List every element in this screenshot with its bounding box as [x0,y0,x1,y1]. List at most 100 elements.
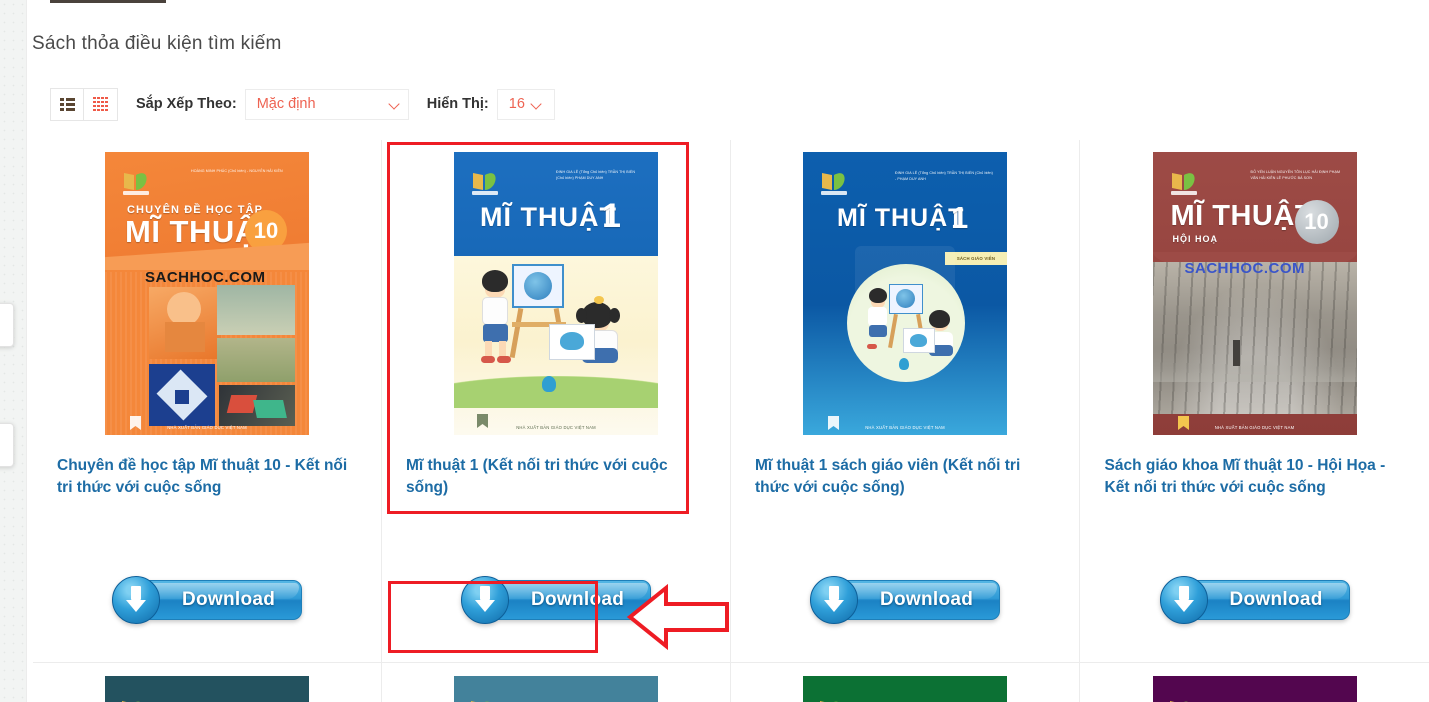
book-cover-image-4[interactable]: ĐỖ YẾN LUẬN NGUYỄN TÔN LỤC HẢI ĐỊNH PHẠM… [1152,152,1357,435]
boy-hair-3 [869,288,887,303]
page-title: Sách thỏa điều kiện tìm kiếm [32,33,282,54]
results-toolbar: Sắp Xếp Theo: Mặc định Hiển Thị: 16 [50,87,555,121]
download-label-3: Download [880,589,974,610]
cover-subtitle-4: HỘI HOẠ [1172,234,1219,244]
download-button-2[interactable]: Download [461,576,651,624]
download-label-2: Download [531,589,625,610]
download-button-3[interactable]: Download [810,576,1000,624]
product-title-2[interactable]: Mĩ thuật 1 (Kết nối tri thức với cuộc số… [406,455,706,499]
publisher-leaf-icon [1169,701,1188,702]
cover-bg-6 [454,676,658,702]
boy-shirt-3 [868,307,887,326]
download-button-4[interactable]: Download [1159,576,1350,624]
book-cover-image-1[interactable]: HOÀNG MINH PHÚC (Chủ biên) - NGUYỄN HẢI … [105,152,309,435]
book-cover-image-3[interactable]: ĐINH GIA LÊ (Tổng Chủ biên) TRẦN THỊ BIỂ… [803,152,1007,435]
download-wrap-3: Download [810,576,1000,624]
chevron-down-icon [531,99,542,110]
product-title-1[interactable]: Chuyên đề học tập Mĩ thuật 10 - Kết nối … [57,455,357,499]
cover-grade-2: 1 [602,197,622,235]
book-cover-image-8[interactable] [1152,676,1357,702]
product-card-4[interactable]: ĐỖ YẾN LUẬN NGUYỄN TÔN LỤC HẢI ĐỊNH PHẠM… [1080,140,1429,662]
cover-publisher-3: NHÀ XUẤT BẢN GIÁO DỤC VIỆT NAM [865,425,945,430]
product-card-8[interactable] [1080,662,1429,702]
cover-watermark-4: SACHHOC.COM [1184,260,1305,277]
cover-main-title-4: MĨ THUẬT [1170,200,1314,232]
product-card-6[interactable] [382,662,731,702]
gutter-divider [26,0,27,702]
download-icon-circle [1159,576,1208,624]
download-icon-circle [112,576,160,624]
cover-art-sphere [167,292,201,326]
cover-authors-1: HOÀNG MINH PHÚC (Chủ biên) - NGUYỄN HẢI … [191,169,283,173]
show-count-label: Hiển Thị: [426,96,489,112]
product-card-5[interactable] [33,662,382,702]
boy-hair [482,270,508,292]
book-cover-image-6[interactable] [454,676,658,702]
top-rule [50,0,166,3]
cover-watermark-1: SACHHOC.COM [145,269,266,286]
cover-art-cylinder [165,322,205,352]
little-bird-3 [899,358,909,370]
boy-shoe-3 [867,344,877,349]
product-title-3[interactable]: Mĩ thuật 1 sách giáo viên (Kết nối tri t… [755,455,1055,499]
sort-by-value: Mặc định [256,96,316,112]
cover-art-landscape [217,285,295,335]
book-cover-image-5[interactable] [105,676,309,702]
show-count-select[interactable]: 16 [496,88,555,120]
publisher-leaf-icon [471,701,490,702]
list-view-icon [59,97,75,111]
product-card-1[interactable]: HOÀNG MINH PHÚC (Chủ biên) - NGUYỄN HẢI … [33,140,382,662]
list-view-button[interactable] [50,87,84,121]
cover-authors-3: ĐINH GIA LÊ (Tổng Chủ biên) TRẦN THỊ BIỂ… [895,171,993,181]
publisher-leaf-icon [1170,173,1197,195]
page-left-gutter [0,0,26,702]
grid-view-icon [93,96,108,112]
cover-photo-road [1152,348,1357,382]
cover-bg-5 [105,676,309,702]
girl-hair-3 [929,310,950,328]
cover-art-landscape-2 [217,338,295,382]
product-row-1: HOÀNG MINH PHÚC (Chủ biên) - NGUYỄN HẢI … [33,140,1429,662]
floating-side-tab-1[interactable] [0,303,14,347]
cover-grade-badge-4: 10 [1294,200,1339,244]
product-card-2[interactable]: ĐINH GIA LÊ (Tổng Chủ biên) TRẦN THỊ BIỂ… [382,140,731,662]
grid-view-button[interactable] [84,87,118,121]
product-card-7[interactable] [731,662,1080,702]
publisher-leaf-icon [472,173,498,195]
sort-by-select[interactable]: Mặc định [244,88,409,120]
book-cover-image-2[interactable]: ĐINH GIA LÊ (Tổng Chủ biên) TRẦN THỊ BIỂ… [454,152,658,435]
product-card-3[interactable]: ĐINH GIA LÊ (Tổng Chủ biên) TRẦN THỊ BIỂ… [731,140,1080,662]
download-label-1: Download [182,589,276,610]
product-grid: HOÀNG MINH PHÚC (Chủ biên) - NGUYỄN HẢI … [33,140,1429,702]
boy-shirt [482,297,508,325]
little-bird [542,376,556,392]
floating-side-tab-2[interactable] [0,423,14,467]
cover-publisher-4: NHÀ XUẤT BẢN GIÁO DỤC VIỆT NAM [1214,425,1295,430]
easel-globe-drawing-3 [896,289,915,308]
girl-pigtail-left [576,308,587,323]
boy-shorts [483,324,508,342]
cover-main-title-3: MĨ THUẬT [837,204,965,232]
cover-main-title-2: MĨ THUẬT [480,202,617,232]
download-button-1[interactable]: Download [112,576,302,624]
girl-drawing-bird [560,332,584,350]
product-title-4[interactable]: Sách giáo khoa Mĩ thuật 10 - Hội Họa - K… [1105,455,1405,499]
boy-shoe-right [497,356,511,363]
page-root: Sách thỏa điều kiện tìm kiếm Sắp Xếp The… [0,0,1429,702]
book-cover-image-7[interactable] [803,676,1007,702]
publisher-leaf-icon [123,173,149,195]
cover-photo-4 [1152,262,1357,414]
cover-photo-figure [1232,340,1240,366]
cover-bg-7 [803,676,1007,702]
sort-by-label: Sắp Xếp Theo: [136,96,237,112]
download-wrap-1: Download [112,576,302,624]
easel-globe-drawing [524,272,552,300]
cover-art-abstract-red [226,395,258,413]
show-count-value: 16 [508,96,525,112]
cover-art-abstract-green [253,400,287,418]
cover-authors-4: ĐỖ YẾN LUẬN NGUYỄN TÔN LỤC HẢI ĐỊNH PHẠM… [1250,170,1341,180]
cover-art-pattern-center [175,390,189,404]
cover-publisher-1: NHÀ XUẤT BẢN GIÁO DỤC VIỆT NAM [167,425,247,430]
publisher-leaf-icon [820,701,839,702]
cover-grass [454,356,658,408]
